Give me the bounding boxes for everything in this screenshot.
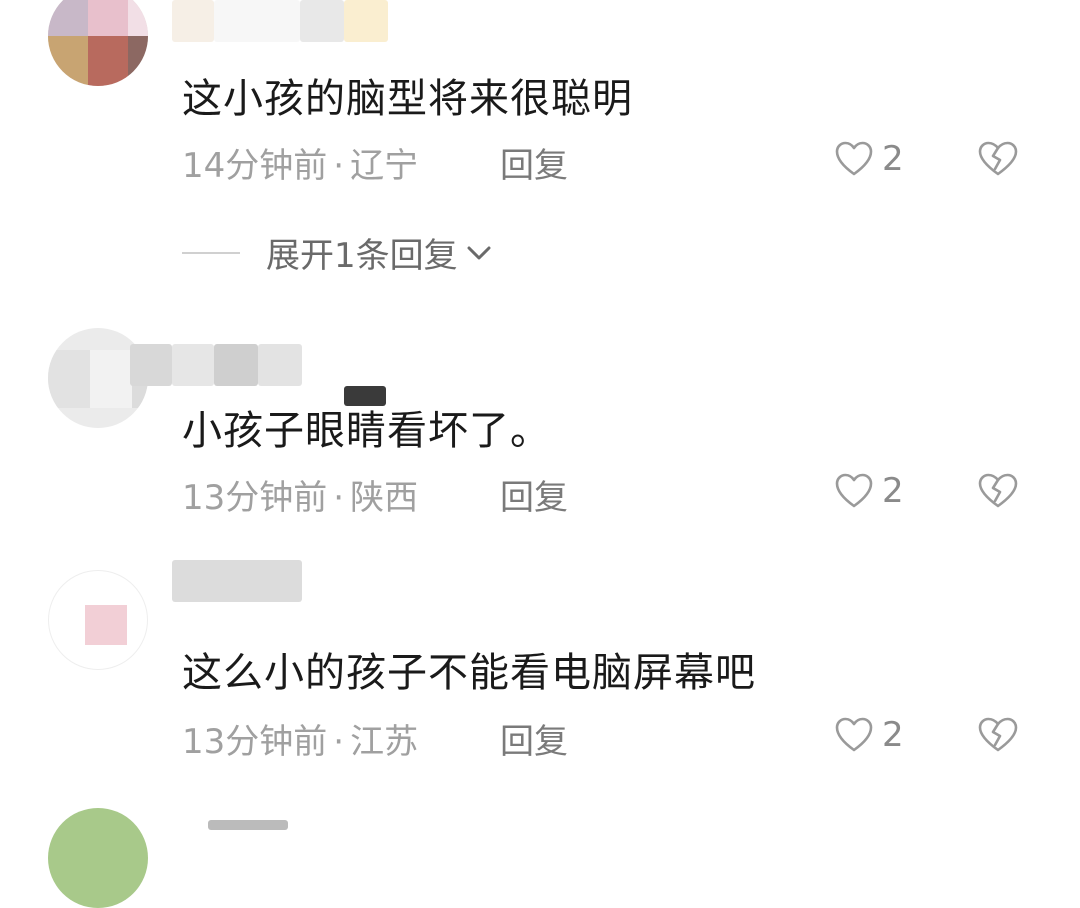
username-blurred [258,344,302,386]
username-blurred [214,344,258,386]
meta-separator: · [333,478,345,518]
broken-heart-icon [978,473,1018,508]
meta-separator: · [333,146,345,186]
avatar[interactable] [48,570,148,670]
dislike-button[interactable] [976,715,1020,759]
comment-time: 13分钟前 [182,722,328,762]
comment-location: 陕西 [350,478,419,518]
dislike-button[interactable] [976,139,1020,183]
like-count: 2 [882,139,904,179]
reply-button[interactable]: 回复 [500,470,568,519]
like-count: 2 [882,715,904,755]
meta-separator: · [333,722,345,762]
comment-text: 这小孩的脑型将来很聪明 [182,76,633,122]
comment-time: 14分钟前 [182,146,328,186]
expand-replies-button[interactable]: 展开1条回复 [182,228,494,277]
avatar[interactable] [48,0,148,86]
chevron-down-icon [467,246,491,259]
username-blurred[interactable] [130,344,172,386]
comment-meta: 13分钟前 · 陕西 [182,470,418,519]
like-count: 2 [882,471,904,511]
avatar[interactable] [48,808,148,908]
like-button[interactable]: 2 [834,139,904,179]
username-blurred [344,0,388,42]
username-blurred [172,344,214,386]
like-button[interactable]: 2 [834,471,904,511]
username-blurred [208,820,288,830]
like-button[interactable]: 2 [834,715,904,755]
comment-text: 小孩子眼睛看坏了。 [182,408,551,454]
expand-divider-line [182,251,240,254]
expand-replies-label: 展开1条回复 [266,236,458,276]
reply-button[interactable]: 回复 [500,138,568,187]
comment-meta: 14分钟前 · 辽宁 [182,138,418,187]
comment-text: 这么小的孩子不能看电脑屏幕吧 [182,650,756,696]
broken-heart-icon [978,717,1018,752]
comment-time: 13分钟前 [182,478,328,518]
username-blurred[interactable] [172,560,302,602]
dislike-button[interactable] [976,471,1020,515]
comment-location: 江苏 [350,722,419,762]
heart-outline-icon [835,717,873,752]
username-blurred [300,0,344,42]
username-blurred[interactable] [172,0,214,42]
reply-button[interactable]: 回复 [500,714,568,763]
comment-location: 辽宁 [350,146,419,186]
heart-outline-icon [835,141,873,176]
username-blurred [214,0,300,42]
comment-meta: 13分钟前 · 江苏 [182,714,418,763]
broken-heart-icon [978,141,1018,176]
heart-outline-icon [835,473,873,508]
